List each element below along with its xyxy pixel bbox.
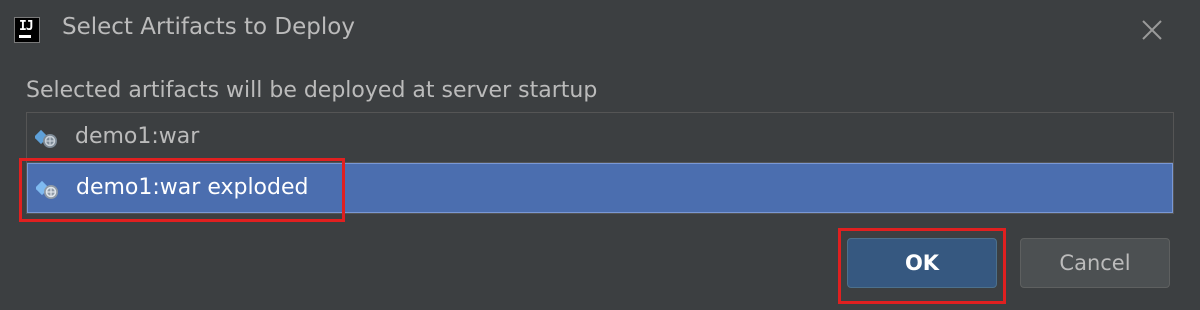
artifact-web-icon <box>36 180 58 199</box>
close-icon <box>1142 20 1162 40</box>
artifact-label: demo1:war exploded <box>76 175 309 200</box>
dialog-title: Select Artifacts to Deploy <box>62 14 355 40</box>
artifact-item-war-exploded[interactable]: demo1:war exploded <box>27 163 1173 213</box>
ok-button[interactable]: OK <box>847 238 997 288</box>
cancel-button[interactable]: Cancel <box>1020 238 1170 288</box>
artifact-label: demo1:war <box>75 124 200 149</box>
artifact-item-war[interactable]: demo1:war <box>27 113 1173 163</box>
dialog-description: Selected artifacts will be deployed at s… <box>26 78 598 103</box>
dialog-titlebar: IJ Select Artifacts to Deploy <box>0 0 1200 62</box>
intellij-logo-icon: IJ <box>14 17 40 43</box>
artifact-list[interactable]: demo1:war demo1:war exploded <box>26 112 1174 214</box>
artifact-web-icon <box>35 129 57 148</box>
close-button[interactable] <box>1134 12 1170 48</box>
